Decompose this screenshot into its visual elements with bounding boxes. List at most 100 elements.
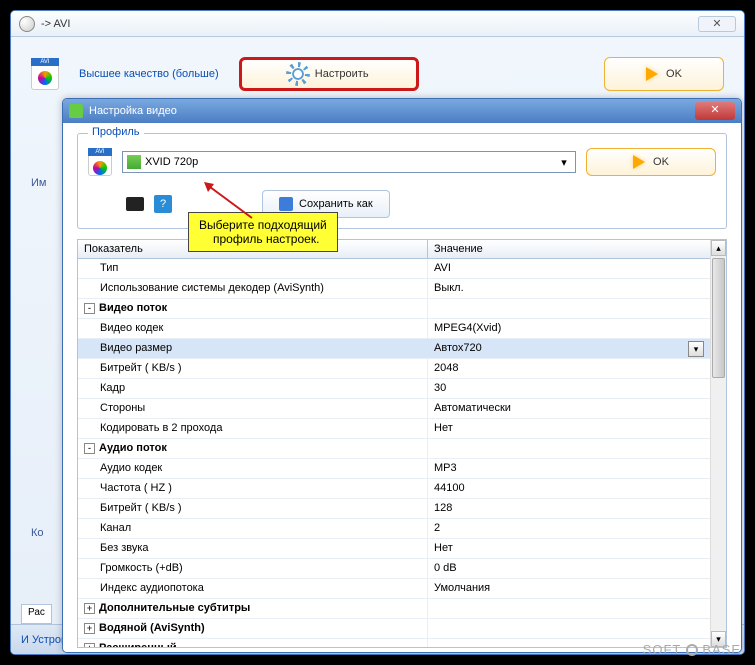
table-row[interactable]: -Видео поток xyxy=(78,299,710,319)
main-titlebar[interactable]: -> AVI ✕ xyxy=(11,11,744,37)
expand-icon[interactable]: + xyxy=(84,643,95,647)
param-value: 2 xyxy=(434,520,440,537)
table-row[interactable]: Аудио кодек MP3 xyxy=(78,459,710,479)
table-row[interactable]: Битрейт ( KB/s ) 128 xyxy=(78,499,710,519)
table-row[interactable]: Громкость (+dB) 0 dB xyxy=(78,559,710,579)
param-label: Тип xyxy=(100,260,118,277)
table-row[interactable]: Частота ( HZ )44100 xyxy=(78,479,710,499)
param-value: MP3 xyxy=(434,460,457,477)
table-row[interactable]: Кадр 30 xyxy=(78,379,710,399)
param-label: Без звука xyxy=(100,540,149,557)
profile-combobox[interactable]: XVID 720p ▾ xyxy=(122,151,576,173)
chevron-down-icon[interactable]: ▾ xyxy=(557,156,571,169)
table-row[interactable]: Канал 2 xyxy=(78,519,710,539)
setup-button[interactable]: Настроить xyxy=(239,57,419,91)
param-label: Битрейт ( KB/s ) xyxy=(100,360,182,377)
help-icon[interactable]: ? xyxy=(154,195,172,213)
bg-label-device: И Устрой xyxy=(11,634,67,646)
tab-ras[interactable]: Рас xyxy=(21,604,52,624)
expand-icon[interactable]: + xyxy=(84,623,95,634)
dialog-body: Профиль XVID 720p ▾ OK ? Сохранить xyxy=(63,123,741,652)
quality-label: Высшее качество (больше) xyxy=(79,68,219,80)
vertical-scrollbar[interactable]: ▴ ▾ xyxy=(710,240,726,647)
film-icon xyxy=(127,155,141,169)
param-value: MPEG4(Xvid) xyxy=(434,320,501,337)
param-label: Индекс аудиопотока xyxy=(100,580,204,597)
expand-icon[interactable]: - xyxy=(84,303,95,314)
param-label: Канал xyxy=(100,520,131,537)
table-row[interactable]: Стороны Автоматически xyxy=(78,399,710,419)
bg-label-1: Им xyxy=(31,177,46,189)
param-label: Кадр xyxy=(100,380,125,397)
param-label: Аудио кодек xyxy=(100,460,162,477)
param-label: Видео кодек xyxy=(100,320,163,337)
scroll-up-button[interactable]: ▴ xyxy=(711,240,726,256)
param-value: AVI xyxy=(434,260,451,277)
save-as-label: Сохранить как xyxy=(299,198,373,210)
table-row[interactable]: Без звука Нет xyxy=(78,539,710,559)
save-as-button[interactable]: Сохранить как xyxy=(262,190,390,218)
param-value: 0 dB xyxy=(434,560,457,577)
setup-button-label: Настроить xyxy=(315,68,369,80)
param-value: Автох720 xyxy=(434,340,482,357)
video-settings-dialog: Настройка видео ✕ Профиль XVID 720p ▾ OK xyxy=(62,98,742,653)
col-value[interactable]: Значение xyxy=(428,240,710,258)
ok-button-dialog[interactable]: OK xyxy=(586,148,716,176)
ok-button-label: OK xyxy=(666,68,682,80)
param-value: Нет xyxy=(434,540,453,557)
table-row[interactable]: Тип AVI xyxy=(78,259,710,279)
param-value: Автоматически xyxy=(434,400,511,417)
param-value: 2048 xyxy=(434,360,458,377)
arrow-right-icon xyxy=(633,155,645,169)
param-value: 128 xyxy=(434,500,452,517)
dialog-titlebar[interactable]: Настройка видео ✕ xyxy=(63,99,741,123)
close-icon[interactable]: ✕ xyxy=(698,16,736,32)
table-row[interactable]: Битрейт ( KB/s ) 2048 xyxy=(78,359,710,379)
param-value: Умолчания xyxy=(434,580,490,597)
profile-value: XVID 720p xyxy=(145,156,557,168)
main-title: -> AVI xyxy=(41,18,698,30)
dialog-icon xyxy=(69,104,83,118)
col-param[interactable]: Показатель xyxy=(78,240,428,258)
table-row[interactable]: Видео размерАвтох720▾ xyxy=(78,339,710,359)
table-row[interactable]: Индекс аудиопотока Умолчания xyxy=(78,579,710,599)
bg-label-2: Ко xyxy=(31,527,44,539)
param-label: Стороны xyxy=(100,400,145,417)
table-row[interactable]: -Аудио поток xyxy=(78,439,710,459)
dialog-close-button[interactable]: ✕ xyxy=(695,102,735,120)
table-row[interactable]: Использование системы декодер (AviSynth)… xyxy=(78,279,710,299)
table-row[interactable]: Видео кодек MPEG4(Xvid) xyxy=(78,319,710,339)
app-icon xyxy=(19,16,35,32)
console-icon[interactable] xyxy=(126,197,144,211)
ok-button-main[interactable]: OK xyxy=(604,57,724,91)
expand-icon[interactable]: - xyxy=(84,443,95,454)
dropdown-icon[interactable]: ▾ xyxy=(688,341,704,357)
dialog-title: Настройка видео xyxy=(89,105,177,117)
save-icon xyxy=(279,197,293,211)
avi-format-icon xyxy=(31,58,59,90)
table-row[interactable]: +Дополнительные субтитры xyxy=(78,599,710,619)
scroll-thumb[interactable] xyxy=(712,258,725,378)
param-value: Нет xyxy=(434,420,453,437)
gear-icon xyxy=(289,65,307,83)
param-label: Видео поток xyxy=(99,300,167,317)
param-value: 44100 xyxy=(434,480,465,497)
table-row[interactable]: +Водяной (AviSynth) xyxy=(78,619,710,639)
table-row[interactable]: + Расширенный xyxy=(78,639,710,647)
param-label: Громкость (+dB) xyxy=(100,560,183,577)
expand-icon[interactable]: + xyxy=(84,603,95,614)
param-label: Кодировать в 2 прохода xyxy=(100,420,222,437)
param-label: Расширенный xyxy=(99,640,177,647)
table-row[interactable]: Кодировать в 2 прохода Нет xyxy=(78,419,710,439)
grid-header: Показатель Значение xyxy=(78,240,710,259)
arrow-right-icon xyxy=(646,67,658,81)
param-value: Выкл. xyxy=(434,280,464,297)
param-value: 30 xyxy=(434,380,446,397)
profile-legend: Профиль xyxy=(88,126,144,138)
param-label: Битрейт ( KB/s ) xyxy=(100,500,182,517)
watermark: SOFT BASE xyxy=(643,642,741,657)
profile-fieldset: Профиль XVID 720p ▾ OK ? Сохранить xyxy=(77,133,727,229)
param-label: Использование системы декодер (AviSynth) xyxy=(100,280,324,297)
ok-label: OK xyxy=(653,156,669,168)
top-toolbar: Высшее качество (больше) Настроить OK xyxy=(31,57,724,91)
